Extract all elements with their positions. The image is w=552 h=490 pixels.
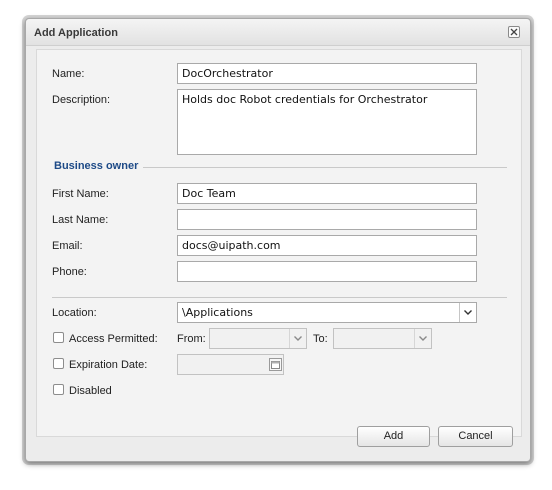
chevron-down-icon <box>464 310 472 315</box>
add-button[interactable]: Add <box>357 426 430 447</box>
access-permitted-label: Access Permitted: <box>69 333 158 345</box>
calendar-icon <box>271 361 280 369</box>
calendar-button[interactable] <box>269 358 282 371</box>
expiration-date-field[interactable] <box>177 354 284 375</box>
location-value: \Applications <box>182 306 253 319</box>
to-label: To: <box>313 333 328 345</box>
location-select[interactable]: \Applications <box>177 302 477 323</box>
dialog-titlebar: Add Application <box>26 19 530 46</box>
to-dropdown-button[interactable] <box>414 329 431 348</box>
business-owner-heading: Business owner <box>54 160 139 172</box>
expiration-date-checkbox[interactable] <box>53 358 64 369</box>
phone-field[interactable] <box>177 261 477 282</box>
close-button[interactable] <box>508 26 520 38</box>
access-permitted-checkbox[interactable] <box>53 332 64 343</box>
close-icon <box>510 28 518 36</box>
last-name-field[interactable] <box>177 209 477 230</box>
chevron-down-icon <box>294 336 302 341</box>
location-dropdown-button[interactable] <box>459 303 476 322</box>
first-name-label: First Name: <box>52 188 109 200</box>
add-application-dialog: Add Application Name: DocOrchestrator De… <box>25 18 531 462</box>
name-label: Name: <box>52 68 85 80</box>
from-select[interactable] <box>209 328 307 349</box>
disabled-label: Disabled <box>69 385 112 397</box>
first-name-field[interactable]: Doc Team <box>177 183 477 204</box>
cancel-button[interactable]: Cancel <box>438 426 513 447</box>
expiration-date-label: Expiration Date: <box>69 359 148 371</box>
from-label: From: <box>177 333 206 345</box>
email-label: Email: <box>52 240 83 252</box>
location-divider <box>52 297 507 298</box>
phone-label: Phone: <box>52 266 87 278</box>
location-label: Location: <box>52 307 97 319</box>
email-field[interactable]: docs@uipath.com <box>177 235 477 256</box>
to-select[interactable] <box>333 328 432 349</box>
description-field[interactable]: Holds doc Robot credentials for Orchestr… <box>177 89 477 155</box>
from-dropdown-button[interactable] <box>289 329 306 348</box>
disabled-checkbox[interactable] <box>53 384 64 395</box>
last-name-label: Last Name: <box>52 214 109 226</box>
description-label: Description: <box>52 94 111 106</box>
chevron-down-icon <box>419 336 427 341</box>
section-divider <box>143 167 507 168</box>
name-field[interactable]: DocOrchestrator <box>177 63 477 84</box>
dialog-title: Add Application <box>34 27 118 39</box>
